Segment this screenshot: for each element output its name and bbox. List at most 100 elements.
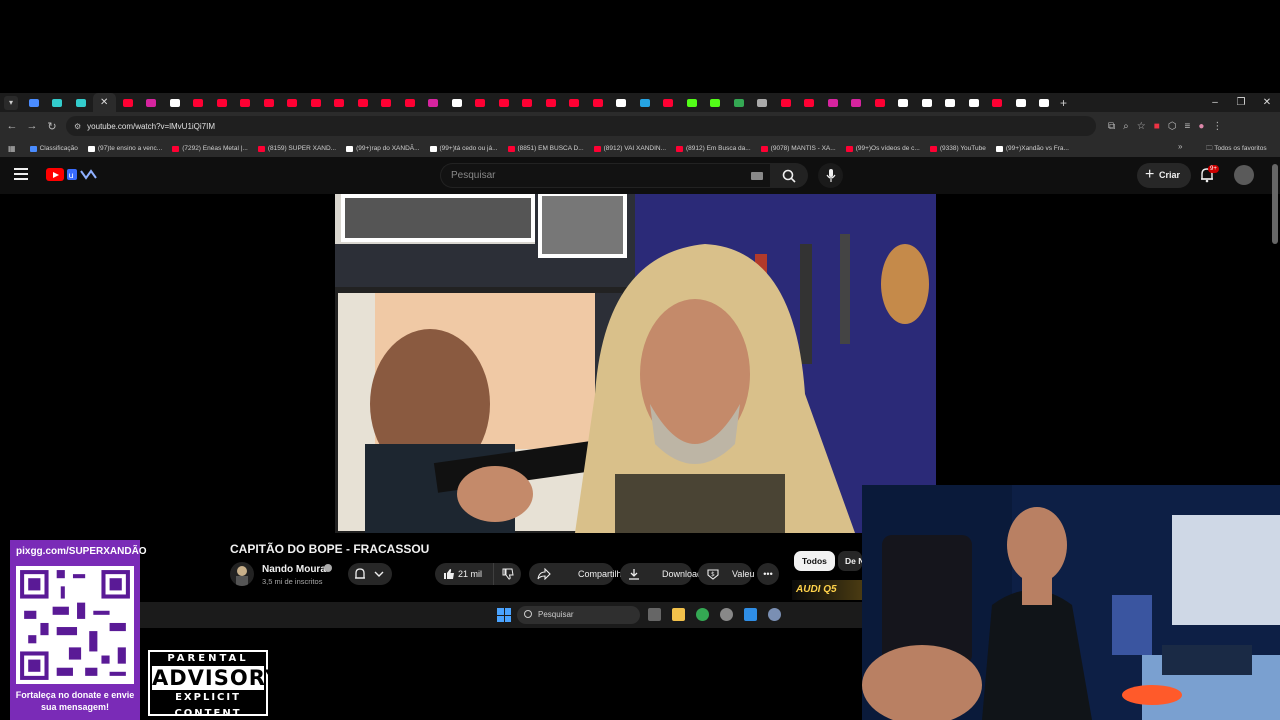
bookmark-item[interactable]: (99+)Os vídeos de c... [845, 145, 920, 152]
thanks-button[interactable]: $ Valeu [698, 563, 754, 585]
bookmark-item[interactable]: (99+)rap do XANDÃ... [346, 145, 420, 152]
bookmarks-chevron-icon[interactable]: » [1178, 142, 1182, 151]
browser-tab[interactable] [375, 93, 399, 112]
hamburger-menu-icon[interactable] [14, 168, 28, 183]
browser-tab[interactable] [187, 93, 211, 112]
browser-tab[interactable] [46, 93, 70, 112]
browser-tab[interactable] [492, 93, 516, 112]
install-icon[interactable]: ⧉ [1108, 121, 1115, 132]
browser-tab[interactable] [915, 93, 939, 112]
browser-tab[interactable] [328, 93, 352, 112]
download-button[interactable]: Download [620, 563, 702, 585]
browser-tab[interactable] [892, 93, 916, 112]
close-tab-icon[interactable]: ✕ [100, 97, 108, 108]
extension-icon[interactable]: ■ [1154, 121, 1160, 132]
browser-tab[interactable] [680, 93, 704, 112]
settings-gear-icon[interactable] [768, 608, 781, 621]
tab-search-button[interactable]: ▾ [4, 95, 18, 110]
extensions-icon[interactable]: ⬡ [1168, 121, 1177, 132]
browser-tab[interactable] [398, 93, 422, 112]
browser-tab[interactable] [774, 93, 798, 112]
active-tab[interactable]: ✕ [92, 93, 116, 112]
bookmark-item[interactable]: (8912) VAI XANDIN... [593, 145, 666, 152]
browser-tab[interactable] [704, 93, 728, 112]
all-bookmarks-folder[interactable]: 🗀 Todos os favoritos [1206, 140, 1267, 157]
browser-tab[interactable] [163, 93, 187, 112]
task-view-icon[interactable] [648, 608, 661, 621]
recommended-thumbnail[interactable]: AUDI Q5 [792, 580, 862, 600]
bookmark-item[interactable]: (7292) Enéas Metal |... [172, 145, 248, 152]
taskbar-search-input[interactable]: Pesquisar [517, 606, 640, 624]
browser-tab[interactable] [539, 93, 563, 112]
windows-start-icon[interactable] [497, 608, 511, 622]
search-button[interactable] [770, 163, 808, 188]
like-button[interactable]: 21 mil [435, 563, 493, 585]
browser-tab[interactable] [586, 93, 610, 112]
chip-all[interactable]: Todos [794, 551, 835, 571]
browser-tab[interactable] [469, 93, 493, 112]
browser-tab[interactable] [234, 93, 258, 112]
share-button[interactable]: Compartilhar [529, 563, 630, 585]
browser-tab[interactable] [821, 93, 845, 112]
browser-tab[interactable] [1009, 93, 1033, 112]
reload-icon[interactable]: ↻ [42, 120, 62, 133]
browser-tab[interactable] [304, 93, 328, 112]
maximize-button[interactable]: ❐ [1228, 93, 1254, 112]
browser-tab[interactable] [986, 93, 1010, 112]
minimize-button[interactable]: – [1202, 93, 1228, 112]
bookmark-item[interactable]: (97)te ensino a venc... [87, 145, 162, 152]
browser-tab[interactable] [516, 93, 540, 112]
bookmark-star-icon[interactable]: ☆ [1137, 121, 1146, 132]
profile-icon[interactable]: ● [1198, 121, 1204, 132]
browser-tab[interactable] [868, 93, 892, 112]
site-info-icon[interactable]: ⚙ [74, 122, 81, 131]
channel-name[interactable]: Nando Moura [262, 564, 326, 575]
bookmark-item[interactable]: (99+)tá cedo ou já... [429, 145, 498, 152]
video-player[interactable] [335, 194, 936, 533]
create-button[interactable]: Criar [1137, 162, 1191, 188]
search-input[interactable]: Pesquisar [440, 163, 770, 188]
browser-tab[interactable] [939, 93, 963, 112]
browser-tab[interactable] [727, 93, 751, 112]
browser-tab[interactable] [751, 93, 775, 112]
youtube-logo[interactable] [46, 168, 64, 181]
browser-tab[interactable] [445, 93, 469, 112]
forward-icon[interactable]: → [22, 120, 42, 132]
browser-tab[interactable] [257, 93, 281, 112]
account-avatar[interactable] [1234, 165, 1254, 185]
browser-tab[interactable] [563, 93, 587, 112]
browser-tab[interactable] [962, 93, 986, 112]
browser-tab[interactable] [798, 93, 822, 112]
chrome-icon[interactable] [696, 608, 709, 621]
browser-tab[interactable] [140, 93, 164, 112]
browser-tab[interactable] [610, 93, 634, 112]
browser-tab[interactable] [281, 93, 305, 112]
back-icon[interactable]: ← [2, 120, 22, 132]
close-window-button[interactable]: ✕ [1254, 93, 1280, 112]
media-icon[interactable]: ≡ [1185, 121, 1191, 132]
channel-avatar[interactable] [230, 562, 254, 586]
bookmark-item[interactable]: (99+)Xandão vs Fra... [995, 145, 1069, 152]
browser-tab[interactable] [116, 93, 140, 112]
app-icon[interactable] [720, 608, 733, 621]
browser-tab[interactable] [22, 93, 46, 112]
browser-tab[interactable] [210, 93, 234, 112]
browser-tab[interactable] [1033, 93, 1057, 112]
browser-tab[interactable] [633, 93, 657, 112]
dislike-button[interactable] [493, 563, 521, 585]
bookmark-item[interactable]: Classificação [29, 145, 78, 152]
browser-tab[interactable] [845, 93, 869, 112]
chip-from-channel[interactable]: De Nando Moura [838, 551, 862, 571]
menu-dots-icon[interactable]: ⋮ [1212, 121, 1222, 132]
browser-tab[interactable] [422, 93, 446, 112]
bookmark-item[interactable]: (8912) Em Busca da... [676, 145, 751, 152]
logo-doodle-icon[interactable]: u [66, 168, 100, 181]
zoom-icon[interactable]: ⌕ [1123, 121, 1129, 132]
more-actions-button[interactable]: ••• [757, 563, 779, 585]
app-icon-blue[interactable] [744, 608, 757, 621]
apps-grid-icon[interactable]: ▦ [8, 144, 16, 153]
bookmark-item[interactable]: (8851) EM BUSCA D... [507, 145, 584, 152]
address-bar[interactable]: ⚙ youtube.com/watch?v=lMvU1iQi7IM [66, 116, 1096, 136]
voice-search-button[interactable] [818, 163, 843, 188]
browser-tab[interactable] [69, 93, 93, 112]
